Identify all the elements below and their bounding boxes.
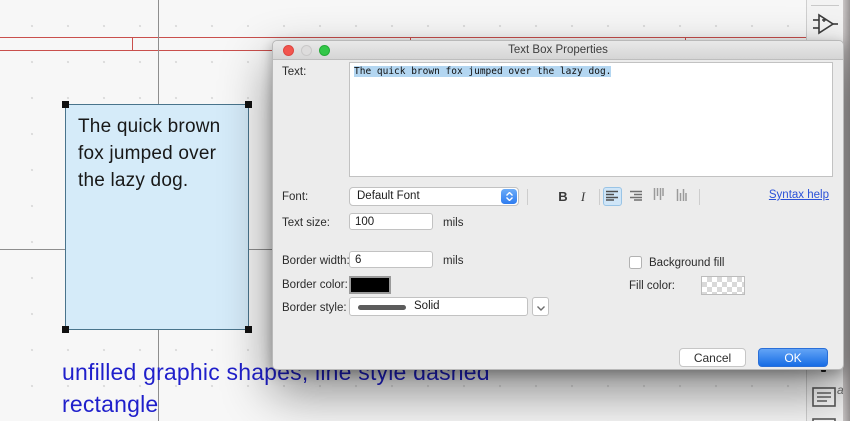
separator xyxy=(527,189,528,205)
textbox-icon xyxy=(811,387,837,413)
toolbar-divider xyxy=(811,5,839,6)
red-wire-vertical[interactable] xyxy=(132,37,133,51)
italic-button[interactable]: I xyxy=(577,187,589,206)
stepper-icon xyxy=(501,189,517,204)
app-window: The quick brown fox jumped over the lazy… xyxy=(0,0,850,421)
text-size-unit: mils xyxy=(443,217,464,229)
border-color-label: Border color: xyxy=(282,279,348,291)
align-right-icon xyxy=(629,188,642,206)
ok-button[interactable]: OK xyxy=(758,348,828,367)
border-style-value: Solid xyxy=(414,300,440,312)
minimize-button xyxy=(301,45,312,56)
rectangle-icon xyxy=(811,414,837,421)
canvas-textbox-text: The quick brown fox jumped over the lazy… xyxy=(78,116,221,191)
place-symbol-button[interactable] xyxy=(811,10,839,43)
syntax-help-link[interactable]: Syntax help xyxy=(769,189,829,201)
canvas-caption-line2: rectangle xyxy=(62,391,159,417)
text-size-label: Text size: xyxy=(282,217,330,229)
border-style-select[interactable]: Solid xyxy=(349,297,528,316)
border-style-label: Border style: xyxy=(282,302,347,314)
draw-textbox-button[interactable] xyxy=(811,385,837,414)
fill-color-label: Fill color: xyxy=(629,280,676,292)
fill-color-swatch[interactable] xyxy=(701,276,745,295)
draw-shape-button[interactable] xyxy=(811,414,837,421)
separator xyxy=(599,189,600,205)
font-label: Font: xyxy=(282,191,309,203)
background-fill-label: Background fill xyxy=(649,257,725,269)
background-fill-checkbox[interactable] xyxy=(629,256,642,269)
canvas-textbox[interactable]: The quick brown fox jumped over the lazy… xyxy=(65,104,249,330)
chevron-down-icon xyxy=(536,298,545,316)
selected-text: The quick brown fox jumped over the lazy… xyxy=(354,66,612,77)
text-size-input[interactable]: 100 xyxy=(349,213,433,230)
dialog-title: Text Box Properties xyxy=(508,44,608,56)
dialog-titlebar[interactable]: Text Box Properties xyxy=(273,41,843,60)
selection-handle-ne[interactable] xyxy=(245,101,252,108)
align-right-button[interactable] xyxy=(626,187,645,206)
cancel-button[interactable]: Cancel xyxy=(679,348,746,367)
bold-button[interactable]: B xyxy=(555,187,571,206)
separator xyxy=(699,189,700,205)
text-input[interactable]: The quick brown fox jumped over the lazy… xyxy=(349,62,833,177)
valign-bottom-icon xyxy=(676,188,687,206)
border-width-input[interactable]: 6 xyxy=(349,251,433,268)
border-width-unit: mils xyxy=(443,255,464,267)
text-box-properties-dialog: Text Box Properties Text: The quick brow… xyxy=(272,40,844,370)
zoom-button[interactable] xyxy=(319,45,330,56)
selection-handle-sw[interactable] xyxy=(62,326,69,333)
align-left-icon xyxy=(606,188,619,206)
border-width-label: Border width: xyxy=(282,255,350,267)
window-edge xyxy=(843,0,850,421)
solid-line-icon xyxy=(358,305,406,310)
selection-handle-se[interactable] xyxy=(245,326,252,333)
text-label: Text: xyxy=(282,66,307,78)
selection-handle-nw[interactable] xyxy=(62,101,69,108)
align-left-button[interactable] xyxy=(603,187,622,206)
close-button[interactable] xyxy=(283,45,294,56)
font-select[interactable]: Default Font xyxy=(349,187,519,206)
border-color-swatch[interactable] xyxy=(349,276,391,294)
valign-top-icon xyxy=(653,187,664,206)
valign-top-button[interactable] xyxy=(649,187,668,206)
border-style-dropdown-button[interactable] xyxy=(532,297,549,316)
font-select-value: Default Font xyxy=(357,190,420,202)
valign-bottom-button[interactable] xyxy=(672,187,691,206)
